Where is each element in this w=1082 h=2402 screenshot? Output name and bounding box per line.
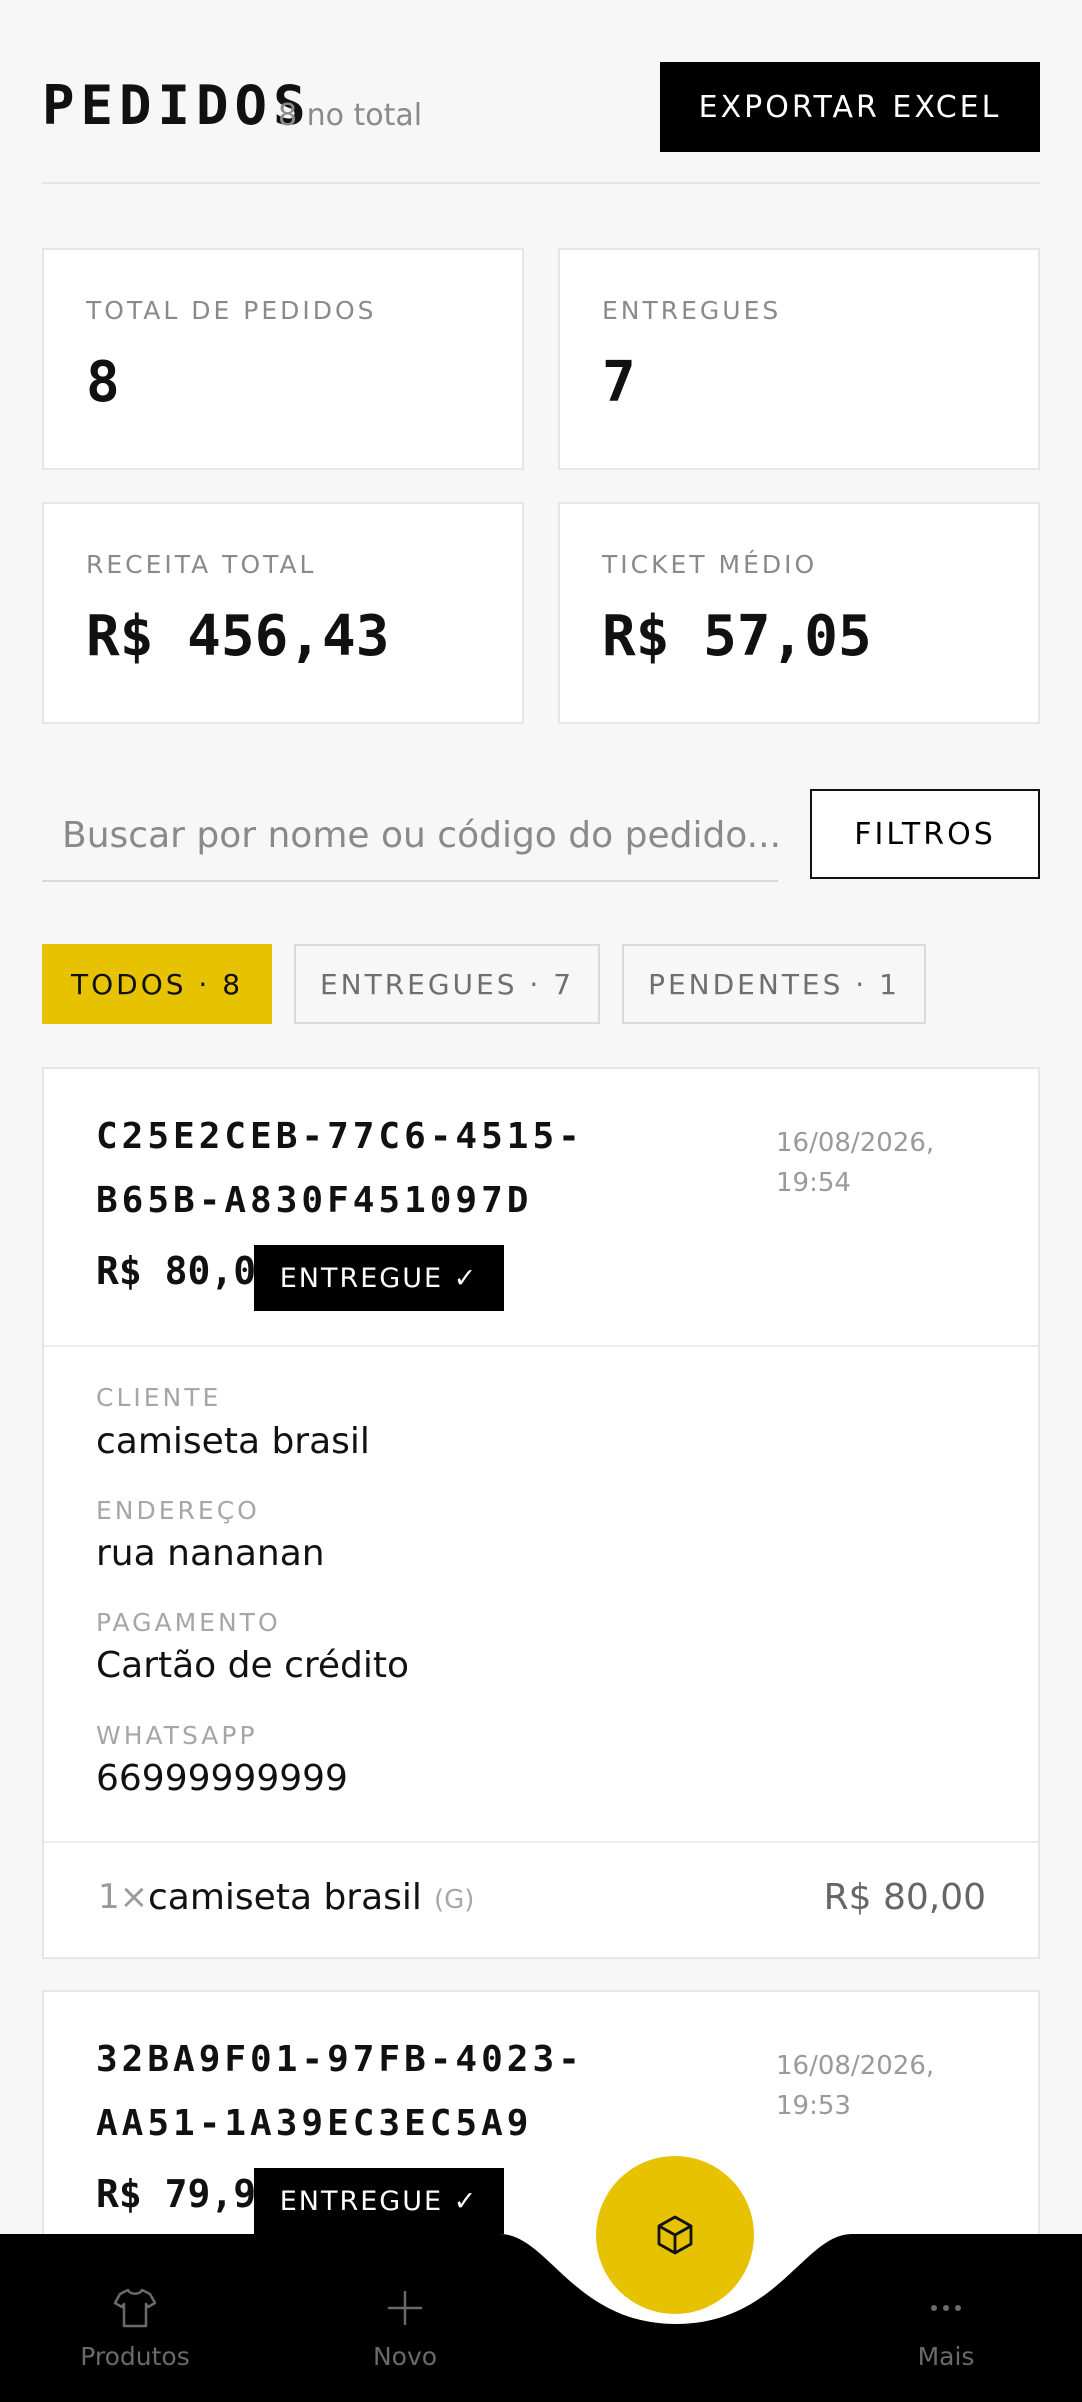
order-date-time: 19:54 [776,1168,851,1198]
filters-button[interactable]: FILTROS [810,789,1040,879]
payment-label: PAGAMENTO [96,1608,281,1637]
whatsapp-value: 66999999999 [96,1758,348,1799]
page-header: PEDIDOS 8 no total EXPORTAR EXCEL [42,62,1040,184]
divider [44,1345,1038,1347]
stat-card-total-orders: TOTAL DE PEDIDOS 8 [42,248,524,470]
stat-card-total-revenue: RECEITA TOTAL R$ 456,43 [42,502,524,724]
client-label: CLIENTE [96,1383,222,1412]
order-code: 32BA9F01-97FB-4023-AA51-1A39EC3EC5A9 [96,2039,584,2144]
stat-label: RECEITA TOTAL [86,550,317,579]
item-quantity: 1× [98,1877,149,1917]
order-total: R$ 79,99 [96,2172,280,2216]
bottom-nav: Produtos Novo Mais [0,2234,1082,2402]
address-label: ENDEREÇO [96,1496,260,1525]
nav-label: Novo [372,2342,438,2371]
stat-label: ENTREGUES [602,296,782,325]
stat-value: 8 [86,350,120,415]
order-date-day: 16/08/2026, [776,1128,935,1158]
whatsapp-label: WHATSAPP [96,1721,258,1750]
search-input[interactable] [42,790,778,880]
page-subtitle: 8 no total [278,98,423,133]
page-title: PEDIDOS [42,74,312,137]
tab-pending[interactable]: PENDENTES · 1 [622,944,926,1024]
stat-value: R$ 456,43 [86,604,390,669]
orders-fab-button[interactable] [596,2156,754,2314]
order-date: 16/08/2026, 19:54 [776,1123,934,1203]
stat-card-average-ticket: TICKET MÉDIO R$ 57,05 [558,502,1040,724]
stat-card-delivered: ENTREGUES 7 [558,248,1040,470]
stat-label: TOTAL DE PEDIDOS [86,296,377,325]
order-card[interactable]: C25E2CEB-77C6-4515-B65B-A830F451097D 16/… [42,1067,1040,1959]
order-date-day: 16/08/2026, [776,2051,935,2081]
tab-all[interactable]: TODOS · 8 [42,944,272,1024]
item-name: camiseta brasil [148,1877,422,1918]
divider [44,1841,1038,1843]
stat-label: TICKET MÉDIO [602,550,818,579]
order-date: 16/08/2026, 19:53 [776,2046,934,2126]
box-icon [657,2215,693,2255]
item-price: R$ 80,00 [823,1877,986,1918]
order-total: R$ 80,00 [96,1249,280,1293]
nav-label: Produtos [80,2342,190,2371]
tab-delivered[interactable]: ENTREGUES · 7 [294,944,600,1024]
client-value: camiseta brasil [96,1421,370,1462]
nav-item-novo[interactable]: Novo [335,2284,475,2371]
search-bar [42,790,778,882]
payment-value: Cartão de crédito [96,1645,410,1686]
nav-item-mais[interactable]: Mais [876,2284,1016,2371]
stat-value: R$ 57,05 [602,604,872,669]
status-badge: ENTREGUE ✓ [254,1245,504,1311]
address-value: rua nananan [96,1533,325,1574]
status-badge: ENTREGUE ✓ [254,2168,504,2234]
plus-icon [387,2290,423,2326]
nav-item-produtos[interactable]: Produtos [65,2284,205,2371]
more-icon [931,2305,961,2311]
stat-value: 7 [602,350,636,415]
item-size: (G) [434,1885,475,1915]
order-code: C25E2CEB-77C6-4515-B65B-A830F451097D [96,1116,584,1221]
nav-label: Mais [917,2342,975,2371]
export-excel-button[interactable]: EXPORTAR EXCEL [660,62,1040,152]
shirt-icon [113,2288,157,2328]
order-date-time: 19:53 [776,2091,851,2121]
